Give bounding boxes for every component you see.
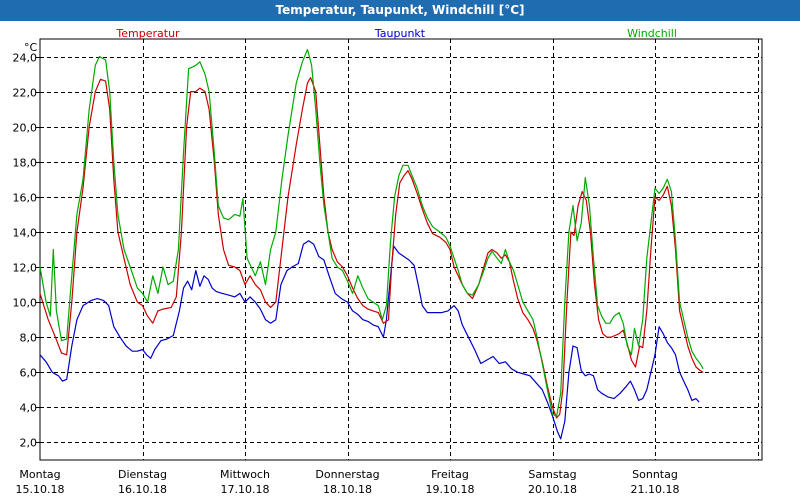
chart-title: Temperatur, Taupunkt, Windchill [°C]	[0, 0, 800, 21]
x-tick-date-label: 19.10.18	[426, 483, 475, 496]
y-tick-label: 10,0	[13, 297, 38, 310]
x-tick-date-label: 17.10.18	[221, 483, 270, 496]
y-tick-label: 4,0	[20, 402, 38, 415]
x-tick-date-label: 16.10.18	[118, 483, 167, 496]
legend-entry: Taupunkt	[374, 27, 426, 40]
y-tick-label: 16,0	[13, 192, 38, 205]
chart-panel: 2,0 4,0 6,0 8,0 10,0 12,0 14,0 16,0 18,0 20,0 22,0…	[0, 21, 800, 500]
y-tick-label: 20,0	[13, 122, 38, 135]
y-tick-label: 8,0	[20, 332, 38, 345]
x-tick-date-label: 18.10.18	[323, 483, 372, 496]
line-chart: 2,0 4,0 6,0 8,0 10,0 12,0 14,0 16,0 18,0 20,0 22,0…	[13, 27, 763, 496]
legend-entry: Windchill	[627, 27, 677, 40]
y-axis-unit: °C	[24, 41, 38, 54]
y-tick-label: 6,0	[20, 367, 38, 380]
x-tick-day-label: Samstag	[528, 468, 576, 481]
y-tick-label: 2,0	[20, 437, 38, 450]
y-tick-label: 18,0	[13, 157, 38, 170]
x-tick-date-label: 20.10.18	[528, 483, 577, 496]
x-tick-day-label: Mittwoch	[220, 468, 270, 481]
x-tick-day-label: Montag	[19, 468, 60, 481]
y-tick-label: 12,0	[13, 262, 38, 275]
x-tick-day-label: Freitag	[431, 468, 469, 481]
x-tick-day-label: Sonntag	[632, 468, 678, 481]
x-tick-day-label: Dienstag	[118, 468, 167, 481]
plot-area	[39, 38, 763, 461]
x-tick-date-label: 21.10.18	[631, 483, 680, 496]
legend-entry: Temperatur	[115, 27, 180, 40]
x-tick-day-label: Donnerstag	[315, 468, 379, 481]
y-tick-label: 14,0	[13, 227, 38, 240]
y-tick-label: 22,0	[13, 87, 38, 100]
x-tick-date-label: 15.10.18	[16, 483, 65, 496]
